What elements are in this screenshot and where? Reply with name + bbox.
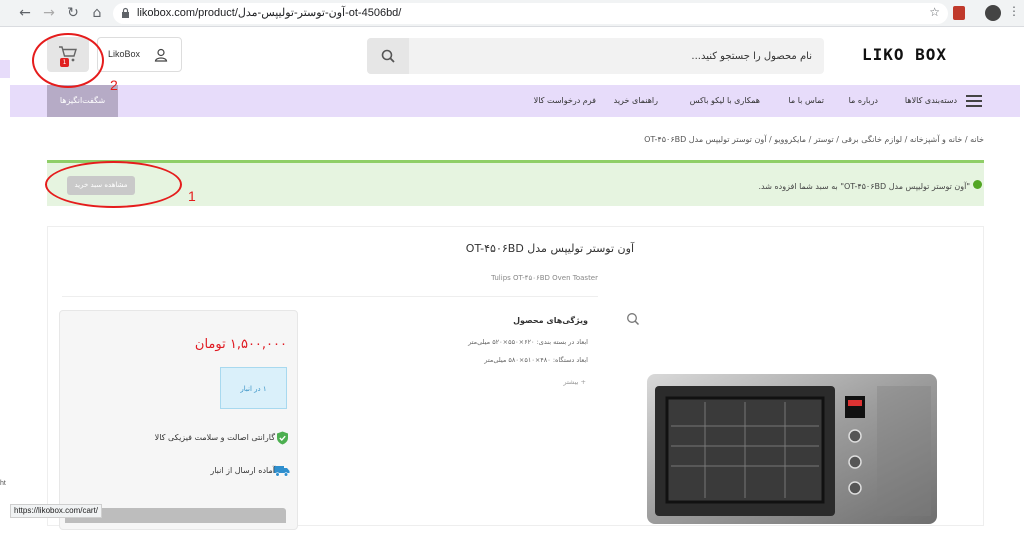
search-icon [381,49,395,63]
zoom-icon[interactable] [626,312,640,326]
hamburger-menu-icon[interactable] [966,95,982,107]
shield-check-icon [277,431,288,445]
nav-buying-guide[interactable]: راهنمای خرید [614,96,658,105]
shipping-text: آماده ارسال از انبار [210,466,275,475]
feature-item: ابعاد در بسته بندی: ۶۲۰×۵۵۰×۵۲۰ میلی‌متر [468,338,588,346]
divider [62,296,598,297]
annotation-number: 2 [110,77,118,93]
bookmark-star-icon[interactable]: ☆ [929,5,940,19]
amazing-offers-button[interactable]: شگفت‌انگیزها [47,85,118,117]
home-icon[interactable]: ⌂ [88,4,106,22]
product-english-title: Tulips OT-۴۵۰۶BD Oven Toaster [491,274,598,282]
lock-icon [122,7,129,18]
search-button[interactable] [367,38,409,74]
nav-request-form[interactable]: فرم درخواست کالا [534,96,596,105]
pdf-extension-icon[interactable] [953,6,965,20]
nav-contact[interactable]: تماس با ما [788,96,824,105]
user-icon [154,48,168,62]
nav-about[interactable]: درباره ما [849,96,878,105]
site-logo[interactable]: LIKO BOX [862,45,947,64]
search-input[interactable] [415,38,818,74]
annotation-number: 1 [188,188,196,204]
main-navigation: دسته‌بندی کالاها درباره ما تماس با ما هم… [10,85,1020,117]
page: ← → ↻ ⌂ likobox.com/product/آون-توستر-تو… [0,0,1024,546]
more-features-link[interactable]: + بیشتر [563,378,586,386]
annotation-circle [32,33,104,88]
status-bar-url: https://likobox.com/cart/ [10,504,103,518]
truck-icon [274,466,290,477]
product-title: آون توستر تولیپس مدل OT-۴۵۰۶BD [465,242,634,255]
feature-item: ابعاد دستگاه: ۴۸۰×۵۱۰×۵۸۰ میلی‌متر [484,356,588,364]
clipped-text: ht [0,480,6,487]
guarantee-text: گارانتی اصالت و سلامت فیزیکی کالا [154,433,275,442]
menu-dots-icon[interactable]: ⋮ [1008,4,1020,18]
url-text: likobox.com/product/آون-توستر-تولیپس-مدل… [137,7,402,19]
left-edge-strip [0,60,10,78]
account-label: LikoBox [108,49,141,59]
back-icon[interactable]: ← [16,4,34,22]
stock-status: ۱ در انبار [220,367,287,409]
product-price: ۱,۵۰۰,۰۰۰ تومان [194,337,287,352]
check-icon [973,180,982,189]
browser-toolbar: ← → ↻ ⌂ likobox.com/product/آون-توستر-تو… [0,0,1024,27]
annotation-circle [45,161,182,208]
reload-icon[interactable]: ↻ [64,4,82,22]
product-image[interactable] [645,366,943,524]
notice-message: "آون توستر تولیپس مدل OT-۴۵۰۶BD" به سبد … [758,182,970,191]
search-bar [367,38,824,74]
account-button[interactable]: LikoBox [97,37,182,72]
profile-avatar-icon[interactable] [985,5,1001,21]
nav-partnership[interactable]: همکاری با لیکو باکس [690,96,760,105]
breadcrumb[interactable]: خانه / خانه و آشپزخانه / لوازم خانگی برق… [644,135,984,144]
features-heading: ویژگی‌های محصول [513,316,588,325]
forward-icon[interactable]: → [40,4,58,22]
address-bar[interactable]: likobox.com/product/آون-توستر-تولیپس-مدل… [113,3,948,24]
nav-categories[interactable]: دسته‌بندی کالاها [905,96,957,105]
